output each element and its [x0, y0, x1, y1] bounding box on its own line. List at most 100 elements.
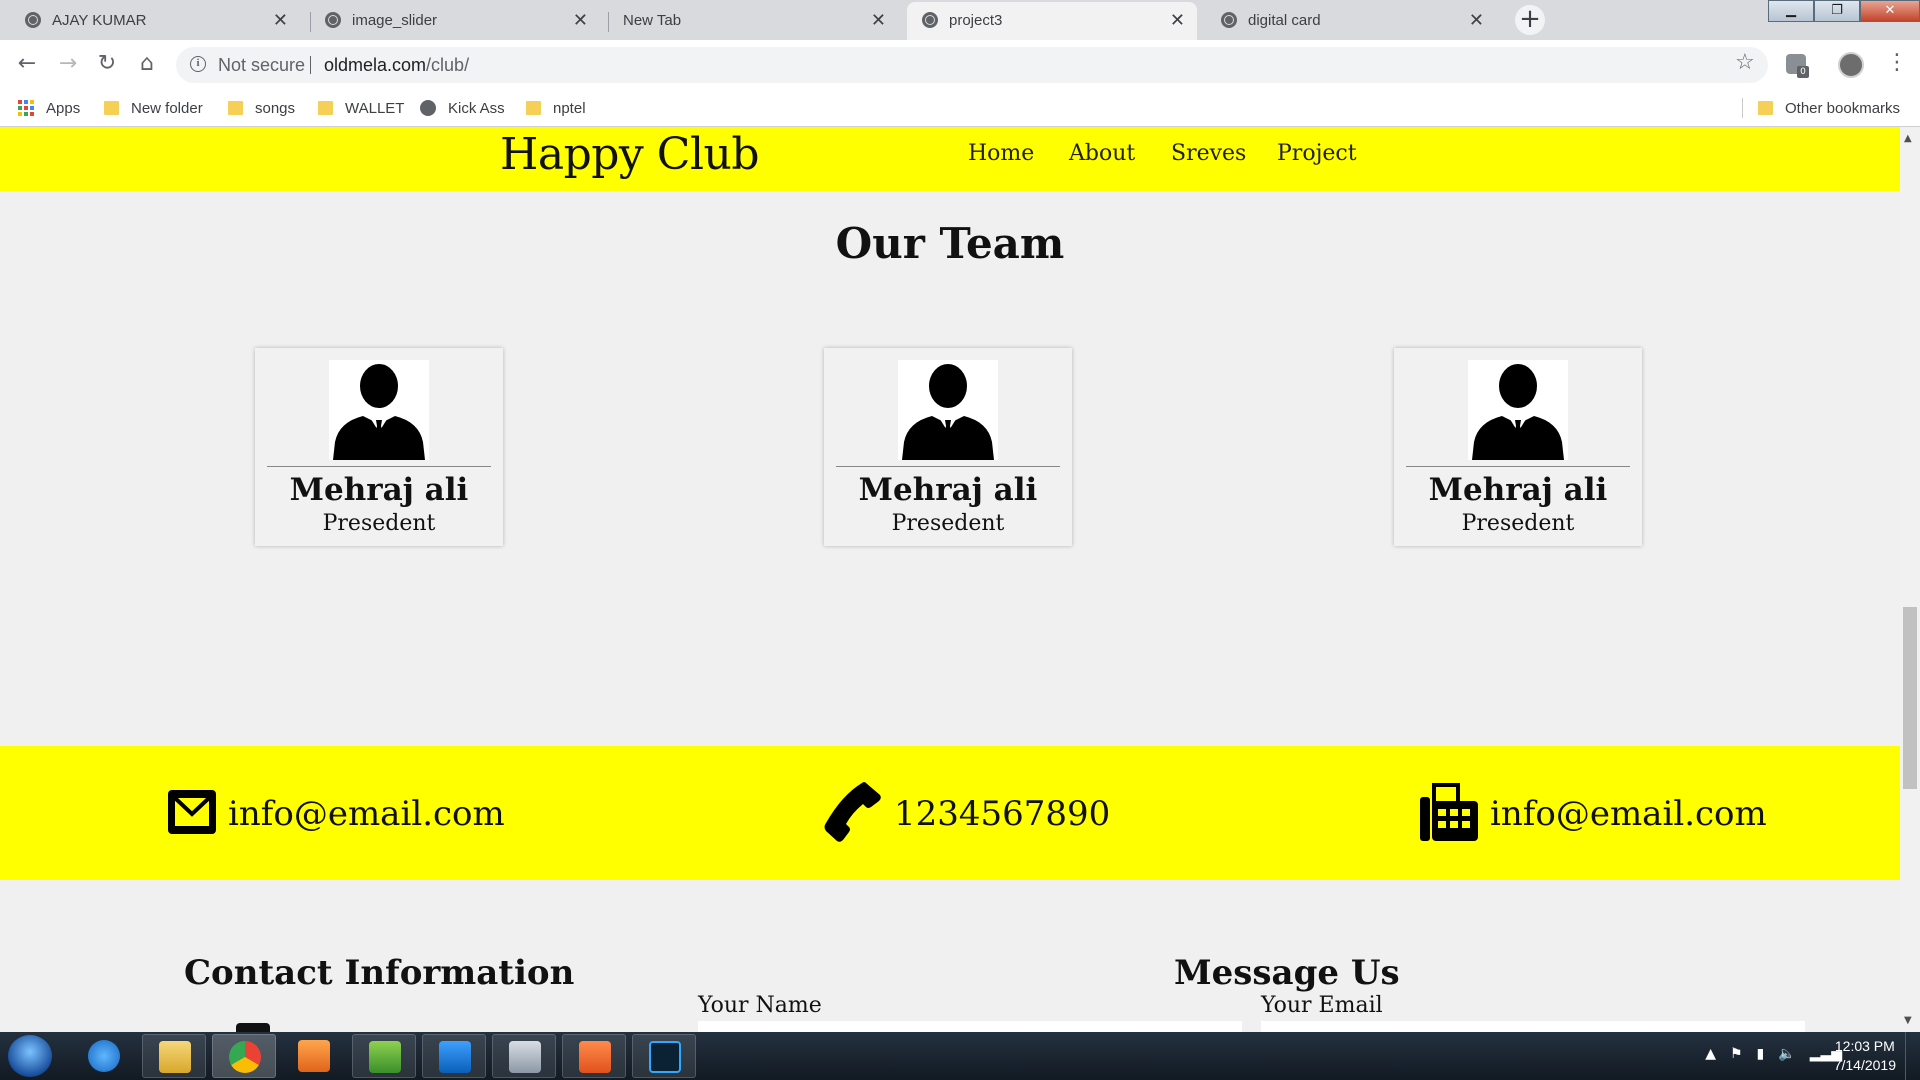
folder-icon	[228, 101, 243, 115]
info-icon[interactable]: i	[190, 56, 206, 72]
scroll-down-arrow-icon[interactable]: ▼	[1904, 1015, 1912, 1026]
bookmark-kick-ass[interactable]: Kick Ass	[420, 94, 505, 122]
nav-project[interactable]: Project	[1277, 141, 1357, 166]
folder-icon	[526, 101, 541, 115]
close-icon[interactable]: ✕	[573, 10, 588, 31]
system-tray: ▲ ⚑ ▮ 🔈 ▂▃▅	[1705, 1046, 1842, 1062]
bookmark-divider	[1742, 98, 1743, 118]
bookmark-star-icon[interactable]: ☆	[1735, 50, 1755, 75]
contact-fax-text: info@email.com	[1490, 794, 1767, 834]
maximize-button[interactable]: ❐	[1814, 0, 1860, 22]
extension-badge: 0	[1797, 66, 1809, 78]
menu-kebab-icon[interactable]: ⋮	[1886, 50, 1908, 75]
tab-new-tab[interactable]: New Tab ✕	[608, 2, 898, 40]
contact-fax[interactable]: info@email.com	[1418, 781, 1767, 847]
taskbar-media-player[interactable]	[282, 1034, 346, 1078]
globe-icon	[325, 12, 341, 28]
minimize-button[interactable]: ▁	[1768, 0, 1814, 22]
nav-about[interactable]: About	[1069, 141, 1135, 166]
bookmark-label: Other bookmarks	[1785, 99, 1901, 117]
card-divider	[1406, 466, 1630, 467]
contact-phone[interactable]: 1234567890	[822, 782, 1110, 844]
url-text[interactable]: oldmela.com/club/	[324, 55, 469, 76]
taskbar-calculator[interactable]	[492, 1034, 556, 1078]
internet-explorer-icon	[88, 1040, 120, 1072]
page-scrollbar[interactable]: ▲ ▼	[1900, 127, 1920, 1032]
forward-arrow-icon[interactable]: →	[54, 51, 82, 76]
folder-icon	[1758, 101, 1773, 115]
your-name-input[interactable]	[698, 1021, 1242, 1032]
window-close-button[interactable]: ✕	[1860, 0, 1920, 22]
address-bar[interactable]: i Not secure oldmela.com/club/	[176, 47, 1768, 83]
action-center-flag-icon[interactable]: ⚑	[1730, 1046, 1743, 1062]
xampp-icon	[579, 1041, 611, 1073]
card-divider	[267, 466, 491, 467]
nav-sreves[interactable]: Sreves	[1171, 141, 1246, 166]
member-role: Presedent	[322, 511, 436, 536]
start-button[interactable]	[8, 1035, 52, 1077]
taskbar-internet-explorer[interactable]	[72, 1034, 136, 1078]
taskbar-photoshop[interactable]	[632, 1034, 696, 1078]
person-icon	[1468, 360, 1568, 460]
contact-info-title: Contact Information	[184, 953, 575, 993]
show-desktop-button[interactable]	[1905, 1032, 1920, 1080]
chrome-icon	[229, 1041, 261, 1073]
bookmark-label: nptel	[553, 99, 586, 117]
folder-icon	[318, 101, 333, 115]
tab-project3[interactable]: project3 ✕	[907, 2, 1197, 40]
taskbar-xampp[interactable]	[562, 1034, 626, 1078]
tab-title: New Tab	[623, 12, 682, 29]
taskbar-clock[interactable]: 12:03 PM 7/14/2019	[1834, 1037, 1896, 1075]
apps-grid-icon	[18, 100, 34, 116]
fax-icon	[1418, 781, 1480, 847]
tab-ajay-kumar[interactable]: AJAY KUMAR ✕	[10, 2, 300, 40]
your-email-input[interactable]	[1261, 1021, 1805, 1032]
close-icon[interactable]: ✕	[1170, 10, 1185, 31]
bookmark-label: Apps	[46, 99, 81, 117]
team-card: Mehraj ali Presedent	[1394, 348, 1642, 546]
bookmark-nptel[interactable]: nptel	[526, 94, 586, 122]
home-icon[interactable]: ⌂	[133, 51, 161, 76]
tab-digital-card[interactable]: digital card ✕	[1206, 2, 1496, 40]
globe-icon	[1221, 12, 1237, 28]
calculator-icon	[509, 1041, 541, 1073]
bookmark-label: WALLET	[345, 99, 405, 117]
profile-avatar[interactable]	[1838, 52, 1864, 78]
bookmark-wallet[interactable]: WALLET	[318, 94, 404, 122]
reload-icon[interactable]: ↻	[93, 51, 121, 76]
vscode-icon	[439, 1041, 471, 1073]
site-header: Happy Club Home About Sreves Project	[0, 127, 1900, 191]
new-tab-button[interactable]: +	[1515, 5, 1545, 35]
close-icon[interactable]: ✕	[1469, 10, 1484, 31]
window-controls: ▁ ❐ ✕	[1768, 0, 1920, 22]
tab-title: digital card	[1248, 12, 1321, 29]
power-icon[interactable]: ▮	[1757, 1046, 1765, 1062]
taskbar-chrome[interactable]	[212, 1034, 276, 1078]
site-brand[interactable]: Happy Club	[500, 129, 760, 180]
browser-toolbar: ← → ↻ ⌂ i Not secure oldmela.com/club/ ☆…	[0, 40, 1920, 90]
bookmark-other[interactable]: Other bookmarks	[1758, 94, 1900, 122]
show-hidden-icons-icon[interactable]: ▲	[1705, 1046, 1716, 1062]
bookmark-apps[interactable]: Apps	[18, 94, 80, 122]
scroll-up-arrow-icon[interactable]: ▲	[1904, 133, 1912, 144]
bookmark-new-folder[interactable]: New folder	[104, 94, 203, 122]
taskbar-paint[interactable]	[352, 1034, 416, 1078]
nav-home[interactable]: Home	[968, 141, 1034, 166]
envelope-icon	[166, 786, 218, 842]
tab-image-slider[interactable]: image_slider ✕	[310, 2, 600, 40]
scroll-thumb[interactable]	[1903, 607, 1917, 789]
person-icon	[329, 360, 429, 460]
bookmark-songs[interactable]: songs	[228, 94, 295, 122]
volume-icon[interactable]: 🔈	[1778, 1046, 1795, 1062]
close-icon[interactable]: ✕	[871, 10, 886, 31]
contact-email[interactable]: info@email.com	[166, 784, 505, 844]
close-icon[interactable]: ✕	[273, 10, 288, 31]
taskbar-vscode[interactable]	[422, 1034, 486, 1078]
member-name: Mehraj ali	[1428, 472, 1608, 508]
back-arrow-icon[interactable]: ←	[13, 51, 41, 76]
member-role: Presedent	[891, 511, 1005, 536]
bookmark-label: songs	[255, 99, 296, 117]
taskbar-file-explorer[interactable]	[142, 1034, 206, 1078]
url-domain: oldmela.com	[324, 55, 427, 75]
person-icon	[898, 360, 998, 460]
